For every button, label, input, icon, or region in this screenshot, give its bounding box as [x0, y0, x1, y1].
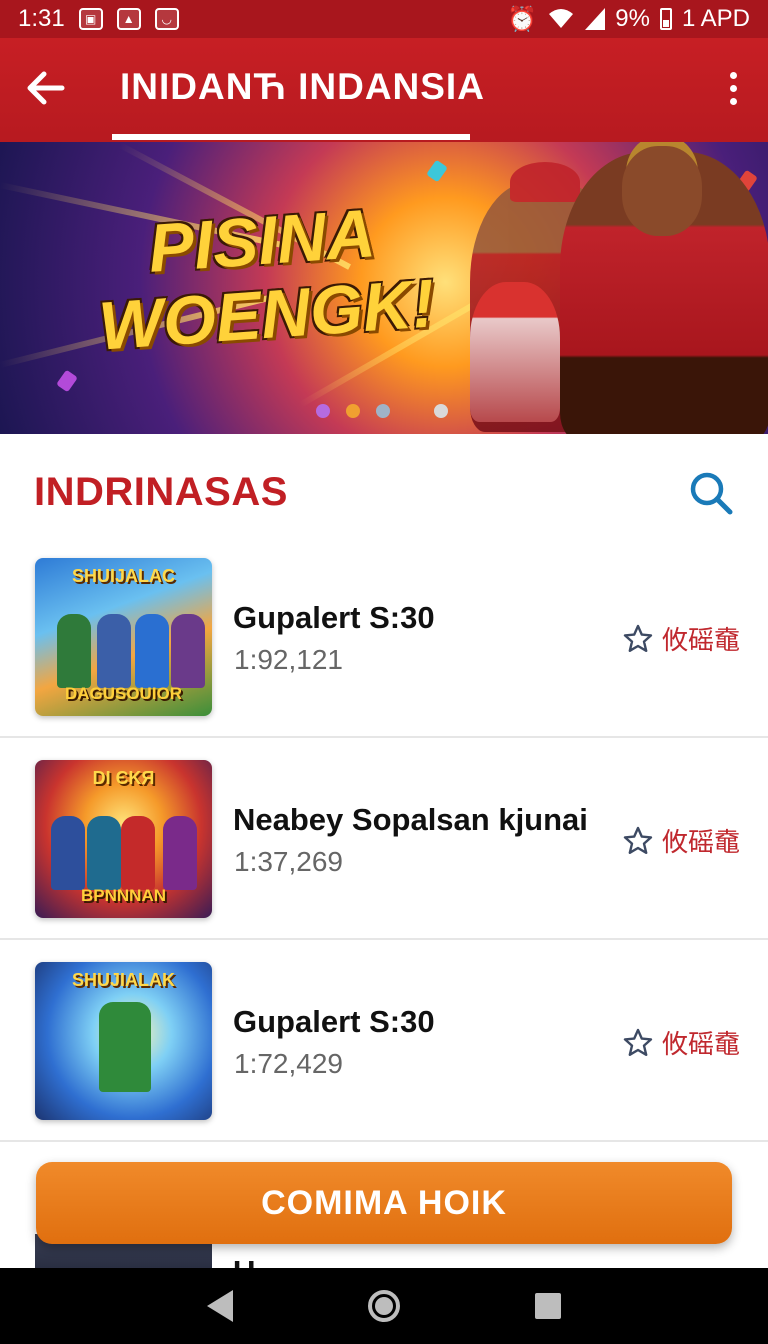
banner-headline: PISINA WOENGK! [96, 195, 438, 365]
item-title: Gupalert S:30 [233, 600, 435, 635]
favorite-label: 攸磘鼀 [662, 828, 741, 858]
game-list: SHUIJALAC DAGUSOUIOR Gupalert S:30 1:92,… [0, 536, 768, 1142]
status-time: 1:31 [18, 5, 65, 32]
system-nav-bar [0, 1268, 768, 1344]
carrier-label: 1 APD [681, 5, 750, 32]
nav-back-icon[interactable] [207, 1290, 234, 1322]
game-thumbnail: SHUIJALAC DAGUSOUIOR [35, 558, 212, 716]
carousel-dot[interactable] [316, 404, 330, 418]
favorite-label: 攸磘鼀 [662, 626, 741, 656]
list-item[interactable]: SHUJIALAK Gupalert S:30 1:72,429 攸磘鼀 [0, 940, 768, 1142]
item-meta: 1:37,269 [234, 846, 343, 877]
back-button[interactable] [22, 64, 70, 112]
search-button[interactable] [686, 468, 736, 518]
primary-action-button[interactable]: COMIMA HOIK [36, 1162, 732, 1244]
nav-recents-icon[interactable] [534, 1293, 561, 1319]
promo-banner[interactable]: PISINA WOENGK! [0, 142, 768, 434]
game-thumbnail: DI ЄKЯ BPNNNAN [35, 760, 212, 918]
status-bar: 1:31 ▣ ▲ ◡ ⏰ 9% 1 APD [0, 0, 768, 38]
tab-indicator [112, 134, 470, 140]
item-title: Gupalert S:30 [233, 1004, 435, 1039]
notification-icon: ▣ [78, 8, 103, 30]
carousel-dots[interactable] [316, 404, 448, 418]
banner-character-small [470, 282, 560, 422]
star-icon [623, 826, 653, 854]
more-vert-icon [729, 71, 737, 79]
app-bar: INIDANЋ INDANSIA [0, 38, 768, 142]
more-options-button[interactable] [718, 64, 748, 112]
arrow-left-icon [27, 71, 65, 105]
carousel-dot[interactable] [346, 404, 360, 418]
signal-icon [585, 8, 606, 30]
item-meta: 1:92,121 [234, 644, 343, 675]
page-title: INIDANЋ INDANSIA [120, 66, 485, 107]
carousel-dot[interactable] [376, 404, 390, 418]
list-item[interactable]: DI ЄKЯ BPNNNAN Neabey Sopalsan kjunai 1:… [0, 738, 768, 940]
favorite-label: 攸磘鼀 [662, 1030, 741, 1060]
game-thumbnail: SHUJIALAK [35, 962, 212, 1120]
battery-icon [659, 8, 672, 30]
photo-icon: ▲ [116, 8, 141, 30]
favorite-button[interactable]: 攸磘鼀 [622, 620, 740, 657]
section-title: INDRINASAS [34, 470, 288, 514]
list-item[interactable]: SHUIJALAC DAGUSOUIOR Gupalert S:30 1:92,… [0, 536, 768, 738]
carousel-dot[interactable] [434, 404, 448, 418]
battery-percent: 9% [615, 5, 650, 32]
item-meta: 1:72,429 [234, 1048, 343, 1079]
item-title: Neabey Sopalsan kjunai [233, 802, 588, 837]
star-icon [623, 1028, 653, 1056]
search-icon [690, 472, 733, 515]
favorite-button[interactable]: 攸磘鼀 [622, 822, 740, 859]
wifi-icon [549, 9, 574, 28]
app-icon: ◡ [154, 8, 179, 30]
nav-home-icon[interactable] [367, 1290, 400, 1322]
banner-character-main [560, 146, 768, 434]
alarm-icon: ⏰ [507, 5, 538, 33]
favorite-button[interactable]: 攸磘鼀 [622, 1024, 740, 1061]
star-icon [623, 624, 653, 652]
